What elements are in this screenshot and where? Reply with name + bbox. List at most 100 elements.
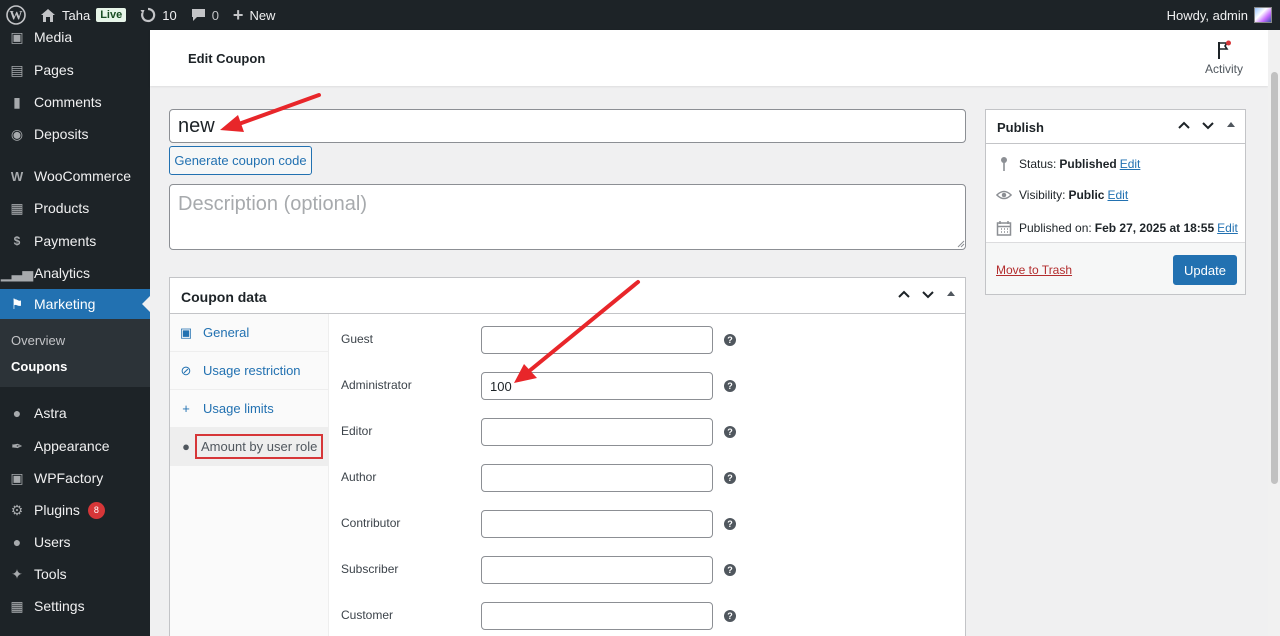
menu-label: Appearance bbox=[34, 438, 110, 454]
appearance-icon: ✒ bbox=[11, 437, 23, 454]
chevron-down-icon[interactable] bbox=[921, 287, 935, 301]
role-label-author: Author bbox=[341, 470, 377, 484]
move-to-trash-link[interactable]: Move to Trash bbox=[996, 263, 1072, 277]
new-label: New bbox=[249, 7, 276, 23]
tab-label: Amount by user role bbox=[195, 434, 324, 459]
help-icon[interactable]: ? bbox=[724, 426, 736, 438]
admin-sidebar: ▣ Media ▤ Pages ▮ Comments ◉ Deposits W … bbox=[0, 29, 150, 636]
toggle-panel-icon[interactable] bbox=[945, 287, 957, 301]
generate-coupon-code-button[interactable]: Generate coupon code bbox=[169, 146, 312, 175]
marketing-submenu: Overview Coupons bbox=[0, 319, 150, 387]
pin-icon bbox=[996, 156, 1012, 172]
submenu-overview[interactable]: Overview bbox=[11, 333, 65, 348]
publish-date-row: Published on: Feb 27, 2025 at 18:55 Edit bbox=[996, 220, 1238, 236]
menu-item-tools[interactable]: ✦ Tools bbox=[0, 559, 150, 589]
tools-icon: ✦ bbox=[11, 565, 23, 582]
comments-link[interactable]: 0 bbox=[184, 0, 226, 30]
visibility-value: Public bbox=[1068, 188, 1105, 202]
menu-label: Comments bbox=[34, 94, 102, 110]
tab-usage-limits[interactable]: + Usage limits bbox=[170, 390, 329, 428]
menu-item-comments[interactable]: ▮ Comments bbox=[0, 87, 150, 117]
menu-item-astra[interactable]: ● Astra bbox=[0, 398, 150, 428]
help-icon[interactable]: ? bbox=[724, 334, 736, 346]
coupon-data-header: Coupon data bbox=[170, 278, 965, 314]
astra-icon: ● bbox=[12, 405, 22, 421]
publish-status-row: Status: Published Edit bbox=[996, 156, 1140, 172]
edit-status-link[interactable]: Edit bbox=[1120, 157, 1141, 171]
menu-item-media[interactable]: ▣ Media bbox=[0, 22, 150, 52]
analytics-icon: ▁▃▅ bbox=[0, 264, 34, 281]
menu-item-deposits[interactable]: ◉ Deposits bbox=[0, 119, 150, 149]
tab-usage-restriction[interactable]: ⊘ Usage restriction bbox=[170, 352, 329, 390]
tab-general[interactable]: ▣ General bbox=[170, 314, 329, 352]
role-label-guest: Guest bbox=[341, 332, 374, 346]
menu-item-marketing[interactable]: ⚑ Marketing bbox=[0, 289, 150, 319]
new-content-link[interactable]: + New bbox=[226, 0, 283, 30]
menu-item-users[interactable]: ● Users bbox=[0, 527, 150, 557]
author-amount-input[interactable] bbox=[481, 464, 713, 492]
menu-item-settings[interactable]: ▦ Settings bbox=[0, 591, 150, 621]
tab-amount-by-user-role[interactable]: ● Amount by user role bbox=[170, 428, 329, 466]
toggle-panel-icon[interactable] bbox=[1225, 118, 1237, 132]
edit-visibility-link[interactable]: Edit bbox=[1107, 188, 1128, 202]
menu-label: Users bbox=[34, 534, 71, 550]
tab-label: Usage restriction bbox=[203, 363, 301, 378]
help-icon[interactable]: ? bbox=[724, 472, 736, 484]
live-badge: Live bbox=[96, 8, 127, 22]
account-menu[interactable]: Howdy, admin bbox=[1167, 0, 1272, 30]
chevron-down-icon[interactable] bbox=[1201, 118, 1215, 132]
menu-label: WPFactory bbox=[34, 470, 104, 486]
menu-label: Astra bbox=[34, 405, 67, 421]
published-label: Published on: bbox=[1019, 221, 1092, 235]
help-icon[interactable]: ? bbox=[724, 564, 736, 576]
customer-amount-input[interactable] bbox=[481, 602, 713, 630]
help-icon[interactable]: ? bbox=[724, 380, 736, 392]
publish-visibility-row: Visibility: Public Edit bbox=[996, 188, 1128, 202]
menu-item-pages[interactable]: ▤ Pages bbox=[0, 55, 150, 85]
settings-icon: ▦ bbox=[10, 597, 24, 614]
chevron-up-icon[interactable] bbox=[1177, 118, 1191, 132]
update-button[interactable]: Update bbox=[1173, 255, 1237, 285]
eye-icon bbox=[996, 189, 1012, 201]
edit-date-link[interactable]: Edit bbox=[1217, 221, 1238, 235]
editor-amount-input[interactable] bbox=[481, 418, 713, 446]
menu-item-woocommerce[interactable]: W WooCommerce bbox=[0, 161, 150, 191]
coupon-code-input[interactable] bbox=[169, 109, 966, 143]
limits-icon: + bbox=[182, 401, 190, 416]
menu-item-products[interactable]: ▦ Products bbox=[0, 193, 150, 223]
howdy-text: Howdy, admin bbox=[1166, 7, 1248, 23]
comment-bubble-icon bbox=[191, 9, 205, 21]
publish-title: Publish bbox=[997, 120, 1044, 135]
menu-item-payments[interactable]: $ Payments bbox=[0, 226, 150, 256]
coupon-description-textarea[interactable] bbox=[169, 184, 966, 250]
menu-item-wpfactory[interactable]: ▣ WPFactory bbox=[0, 463, 150, 493]
menu-item-analytics[interactable]: ▁▃▅ Analytics bbox=[0, 258, 150, 288]
published-value: Feb 27, 2025 at 18:55 bbox=[1094, 221, 1215, 235]
administrator-amount-input[interactable] bbox=[481, 372, 713, 400]
coupon-data-panel: Coupon data ▣ General ⊘ Usage restrictio… bbox=[169, 277, 966, 636]
subscriber-amount-input[interactable] bbox=[481, 556, 713, 584]
active-indicator bbox=[142, 296, 150, 312]
page-scrollbar[interactable] bbox=[1268, 30, 1280, 636]
menu-label: Pages bbox=[34, 62, 74, 78]
activity-label: Activity bbox=[1204, 62, 1243, 76]
ticket-icon: ▣ bbox=[179, 324, 193, 340]
activity-button[interactable]: Activity bbox=[1202, 40, 1246, 76]
resize-grip-icon[interactable] bbox=[957, 240, 965, 248]
menu-item-plugins[interactable]: ⚙ Plugins 8 bbox=[0, 495, 150, 525]
menu-item-appearance[interactable]: ✒ Appearance bbox=[0, 431, 150, 461]
submenu-coupons[interactable]: Coupons bbox=[11, 359, 67, 374]
pages-icon: ▤ bbox=[10, 61, 24, 78]
help-icon[interactable]: ? bbox=[724, 610, 736, 622]
marketing-icon: ⚑ bbox=[10, 295, 24, 312]
plugins-icon: ⚙ bbox=[10, 501, 24, 518]
panel-tools bbox=[897, 287, 957, 301]
woocommerce-icon: W bbox=[10, 168, 24, 184]
chevron-up-icon[interactable] bbox=[897, 287, 911, 301]
guest-amount-input[interactable] bbox=[481, 326, 713, 354]
page-title: Edit Coupon bbox=[188, 51, 266, 66]
help-icon[interactable]: ? bbox=[724, 518, 736, 530]
contributor-amount-input[interactable] bbox=[481, 510, 713, 538]
media-icon: ▣ bbox=[10, 28, 24, 45]
scrollbar-thumb[interactable] bbox=[1271, 72, 1278, 484]
